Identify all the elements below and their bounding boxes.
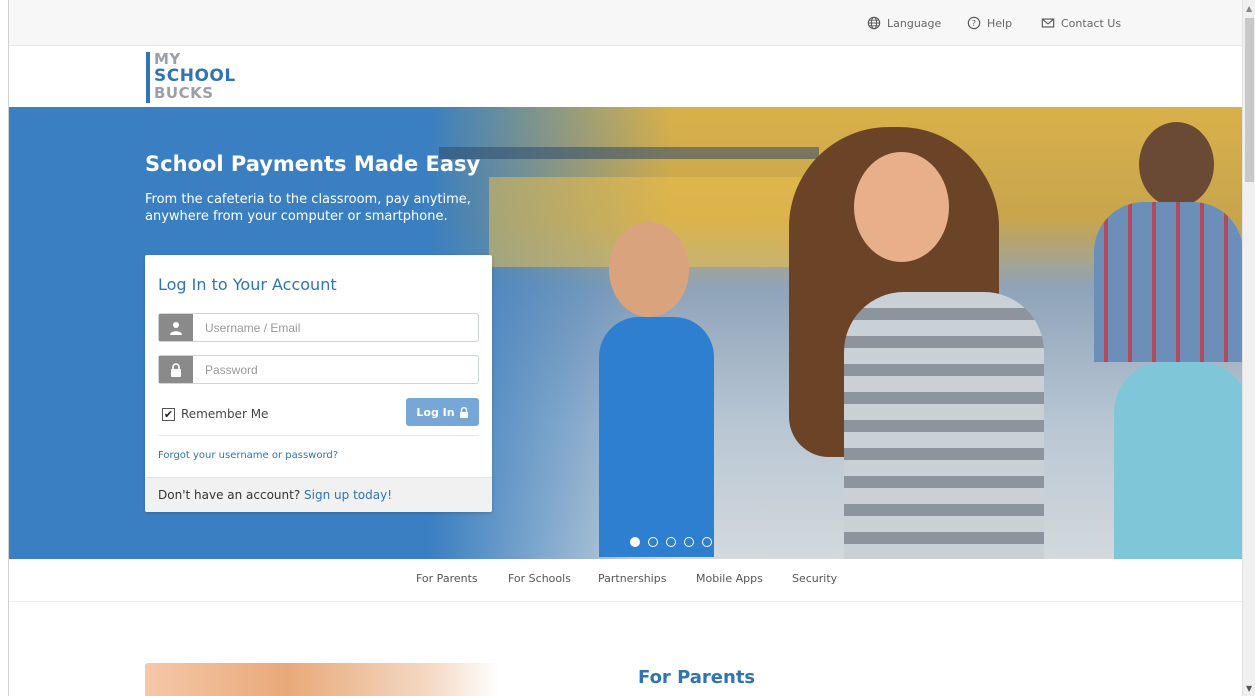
signup-bar: Don't have an account? Sign up today! [145, 477, 492, 512]
carousel-dot-2[interactable] [648, 537, 658, 547]
language-label: Language [887, 16, 942, 30]
nav-security[interactable]: Security [792, 572, 837, 585]
logo-line-1: MY [154, 50, 181, 68]
envelope-icon [1041, 18, 1055, 28]
logo-bar [146, 52, 150, 103]
section-nav: For Parents For Schools Partnerships Mob… [9, 559, 1242, 602]
for-parents-image [145, 663, 500, 696]
hero-title: School Payments Made Easy [145, 152, 481, 176]
lock-icon [459, 406, 468, 418]
login-title: Log In to Your Account [158, 275, 337, 294]
password-field[interactable] [158, 355, 479, 384]
hero-photo-kid-4-shirt [1094, 202, 1242, 362]
utility-bar: Language ? Help Contact Us [9, 0, 1242, 46]
logo-line-2: SCHOOL [154, 66, 236, 86]
hero-photo-kid-2 [854, 152, 949, 262]
hero-photo-kid-2-shirt [844, 292, 1044, 559]
hero-photo-kid-4 [1139, 122, 1214, 207]
login-button[interactable]: Log In [406, 398, 479, 426]
nav-partnerships[interactable]: Partnerships [598, 572, 666, 585]
globe-icon [867, 16, 881, 30]
lock-icon [159, 356, 193, 383]
nav-for-parents[interactable]: For Parents [416, 572, 478, 585]
contact-label: Contact Us [1061, 16, 1122, 30]
help-link[interactable]: ? Help [967, 16, 1012, 30]
remember-label: Remember Me [181, 407, 269, 421]
username-input[interactable] [205, 320, 465, 335]
hero-photo-kid-1-shirt [599, 317, 714, 557]
no-account-text: Don't have an account? [158, 488, 301, 502]
remember-me[interactable]: ✔ Remember Me [162, 407, 268, 421]
carousel-dot-1[interactable] [630, 537, 640, 547]
login-button-label: Log In [416, 405, 455, 419]
nav-mobile-apps[interactable]: Mobile Apps [696, 572, 763, 585]
hero-subtitle: From the cafeteria to the classroom, pay… [145, 192, 471, 224]
for-parents-heading: For Parents [638, 667, 756, 688]
login-divider [158, 435, 479, 436]
contact-link[interactable]: Contact Us [1041, 16, 1121, 30]
myschoolbucks-logo[interactable]: MY SCHOOL BUCKS [146, 50, 256, 106]
carousel-dot-3[interactable] [666, 537, 676, 547]
username-field[interactable] [158, 313, 479, 342]
login-panel: Log In to Your Account ✔ Remember Me Log… [145, 255, 492, 512]
hero-photo-kid-1 [609, 222, 689, 317]
scroll-up-icon[interactable]: ▲ [1246, 4, 1252, 13]
carousel-dot-4[interactable] [684, 537, 694, 547]
nav-for-schools[interactable]: For Schools [508, 572, 571, 585]
forgot-credentials-link[interactable]: Forgot your username or password? [158, 450, 338, 461]
language-link[interactable]: Language [867, 16, 941, 30]
svg-text:?: ? [972, 19, 976, 28]
scroll-down-icon[interactable]: ▼ [1246, 684, 1252, 693]
hero-photo-kid-3-shirt [1114, 362, 1242, 559]
help-icon: ? [967, 16, 981, 30]
help-label: Help [987, 16, 1013, 30]
hero-banner: School Payments Made Easy From the cafet… [9, 107, 1242, 559]
carousel-indicators [630, 537, 712, 547]
logo-line-3: BUCKS [154, 84, 214, 102]
remember-checkbox[interactable]: ✔ [162, 407, 175, 421]
user-icon [159, 314, 193, 341]
password-input[interactable] [205, 362, 465, 377]
signup-link[interactable]: Sign up today! [304, 488, 392, 502]
browser-viewport: Language ? Help Contact Us MY SCHOOL BUC… [8, 0, 1242, 696]
hero-photo-stripe [439, 147, 819, 159]
scrollbar-thumb[interactable] [1245, 18, 1254, 182]
carousel-dot-5[interactable] [702, 537, 712, 547]
page-scrollbar[interactable]: ▲ ▼ [1242, 0, 1255, 696]
